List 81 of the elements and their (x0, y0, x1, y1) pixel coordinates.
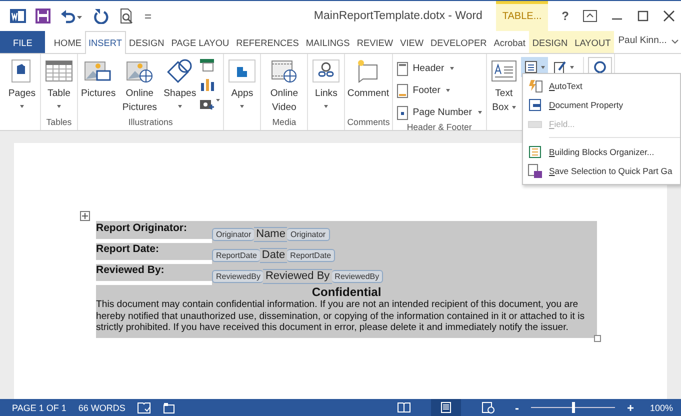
apps-icon (227, 57, 258, 85)
content-control-tag[interactable]: Originator (212, 228, 254, 241)
redo-icon[interactable] (93, 8, 109, 24)
zoom-out-button[interactable]: - (514, 400, 519, 414)
ribbon-button[interactable]: Shapes (162, 57, 198, 108)
ribbon-button[interactable]: Table (43, 57, 75, 108)
chart-icon[interactable] (199, 76, 216, 92)
header-icon (394, 62, 410, 76)
link-icon (311, 57, 342, 85)
word-count[interactable]: 66 WORDS (78, 402, 126, 412)
smartart-icon[interactable] (199, 57, 216, 73)
content-control-tag[interactable]: ReportDate (287, 249, 336, 262)
save-selection-icon (527, 162, 543, 178)
table-move-handle-icon[interactable] (80, 211, 90, 221)
ribbon-button[interactable]: Text Box (488, 57, 519, 115)
ribbon-tab[interactable]: DEVELOPER (427, 31, 490, 53)
field-label: Report Originator: (96, 222, 188, 234)
ribbon-tab[interactable]: REVIEW (353, 31, 397, 53)
ribbon-tab[interactable]: FILE (0, 31, 46, 53)
ribbon-tab[interactable]: DESIGN (528, 31, 572, 53)
menu-item[interactable]: Save Selection to Quick Part Ga (523, 161, 680, 180)
group-label: Header & Footer (406, 122, 473, 132)
ribbon-button[interactable]: Header (394, 59, 484, 78)
ribbon-tab[interactable]: MAILINGS (302, 31, 354, 53)
content-control-text[interactable]: Reviewed By (263, 269, 332, 284)
window-title: MainReportTemplate.dotx - Word (312, 10, 484, 22)
footer-icon (394, 84, 410, 98)
group-label: Media (271, 117, 298, 129)
content-control-tag[interactable]: Originator (287, 228, 330, 241)
confidentiality-notice: This document may contain confidential information. If you are not an intended recipient of this document, you are hereby notified that unauthorized use, dissemination, or copying of the information contained in it or attached to it is strictly prohibited. If you have received this document in error, please delete it and immediately notify the issuer. (96, 299, 586, 334)
content-control-tag[interactable]: ReviewedBy (212, 270, 264, 283)
save-icon[interactable] (35, 8, 51, 24)
ribbon-tab[interactable]: Acrobat (490, 31, 529, 53)
page-count[interactable]: PAGE 1 OF 1 (12, 402, 66, 412)
print-layout-icon (438, 401, 453, 414)
view-button[interactable] (430, 399, 461, 416)
ribbon-button[interactable]: Footer (394, 81, 484, 100)
contextual-tab-header: TABLE... (496, 1, 548, 31)
page-number-icon (394, 106, 410, 120)
content-control-tag[interactable]: ReviewedBy (332, 270, 384, 283)
user-account-button[interactable]: Paul Kinn... (614, 35, 670, 46)
group-label: Comments (347, 117, 390, 129)
content-control-tag[interactable]: ReportDate (212, 249, 260, 262)
ribbon-button[interactable]: Online Pictures (118, 57, 161, 115)
proofing-book-icon[interactable] (137, 402, 152, 414)
ribbon-tab[interactable]: HOME (50, 31, 85, 53)
ribbon-button[interactable]: Apps (226, 57, 258, 108)
ribbon-button[interactable]: Pictures (80, 57, 117, 101)
document-property-icon (527, 96, 543, 112)
zoom-level[interactable]: 100% (650, 402, 673, 412)
group-label: Tables (45, 117, 73, 129)
ribbon-button[interactable]: Online Video (263, 57, 306, 115)
maximize-icon[interactable] (637, 10, 649, 22)
close-icon[interactable] (663, 10, 675, 22)
word-logo-icon[interactable] (10, 8, 26, 24)
ribbon-tab[interactable]: LAYOUT (571, 31, 614, 53)
zoom-in-button[interactable]: + (626, 400, 634, 414)
ribbon-tab[interactable]: INSERT (84, 31, 126, 54)
menu-item[interactable]: Document Property (523, 95, 680, 114)
help-button[interactable]: ? (562, 9, 569, 23)
ribbon-button[interactable]: Pages (6, 57, 38, 108)
ribbon-tab[interactable]: DESIGN (126, 31, 168, 53)
ribbon-tab[interactable]: REFERENCES (232, 31, 302, 53)
document-heading: Confidential (310, 285, 382, 299)
ribbon-tab[interactable]: PAGE LAYOU (168, 31, 233, 53)
menu-item[interactable]: Building Blocks Organizer... (523, 142, 680, 161)
building-blocks-icon (527, 144, 543, 160)
ribbon-tab[interactable]: VIEW (396, 31, 428, 53)
table-resize-handle[interactable] (594, 334, 601, 342)
undo-icon[interactable] (60, 8, 84, 24)
group-label: Illustrations (127, 117, 174, 129)
ribbon-display-icon[interactable] (583, 10, 597, 22)
field-label: Reviewed By: (96, 264, 166, 276)
menu-item[interactable]: AutoText (523, 76, 680, 95)
ribbon-button[interactable]: Page Number (394, 103, 484, 122)
read-mode-icon (396, 401, 411, 414)
field-label: Report Date: (96, 243, 160, 255)
autotext-icon (527, 78, 543, 94)
ribbon-button[interactable]: Comment (347, 57, 390, 101)
print-preview-icon[interactable] (118, 8, 134, 24)
ribbon-button[interactable]: Links (310, 57, 342, 108)
